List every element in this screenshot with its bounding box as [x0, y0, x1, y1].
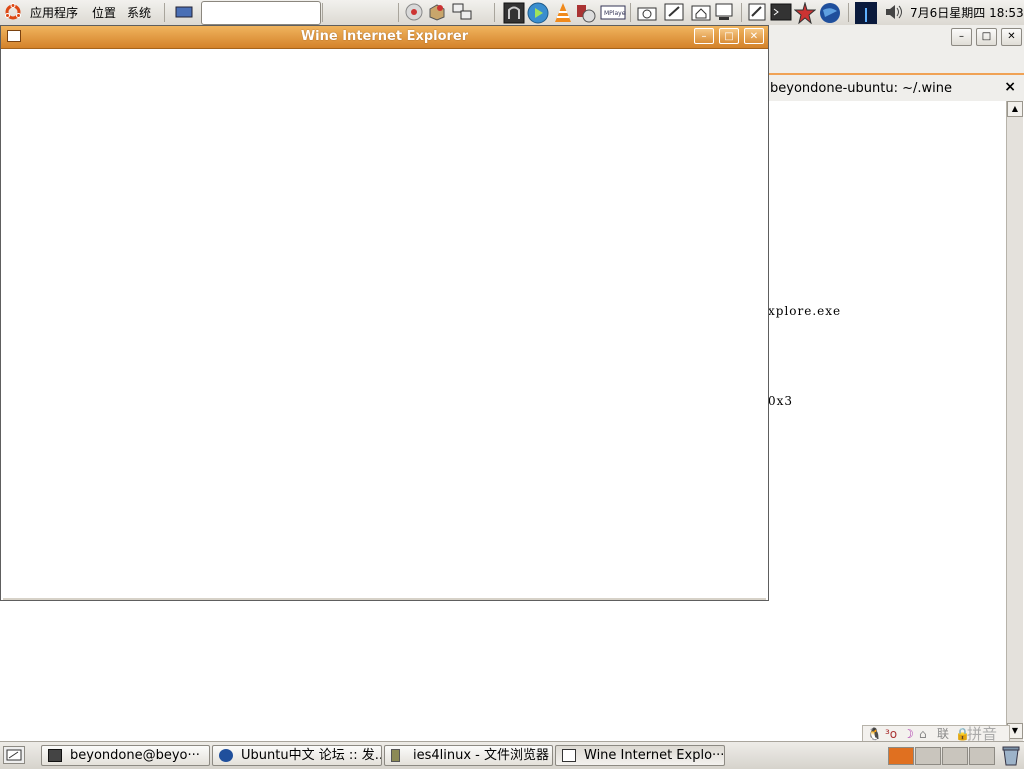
svg-text:MPlayer: MPlayer: [604, 10, 626, 17]
terminal-icon[interactable]: [770, 2, 792, 22]
system-monitor-icon: [855, 2, 877, 24]
maximize-button[interactable]: □: [976, 28, 997, 46]
package-manager-icon[interactable]: [427, 2, 447, 22]
home-folder-icon[interactable]: [690, 2, 711, 22]
text-editor-icon[interactable]: [663, 2, 684, 22]
ie-window: Wine Internet Explorer – □ ✕: [0, 25, 769, 601]
taskbar-item-label: Wine Internet Explo···: [584, 748, 725, 763]
show-desktop-button[interactable]: [3, 746, 25, 764]
terminal-output-line: xplore.exe: [768, 304, 842, 318]
close-button[interactable]: ✕: [1001, 28, 1022, 46]
separator: [322, 3, 323, 22]
menu-system[interactable]: 系统: [127, 4, 151, 21]
tab-close-icon[interactable]: ×: [1004, 79, 1016, 95]
terminal-tab[interactable]: beyondone-ubuntu: ~/.wine ×: [768, 73, 1024, 101]
screenshot-camera-icon[interactable]: [636, 2, 657, 22]
close-button[interactable]: ✕: [744, 28, 764, 44]
workspace-4[interactable]: [969, 747, 995, 765]
separator: [164, 3, 165, 22]
taskbar-item-browser[interactable]: Ubuntu中文 论坛 :: 发...: [212, 745, 382, 766]
separator: [741, 3, 742, 22]
mplayer-icon[interactable]: MPlayer: [600, 2, 628, 22]
web-browser-icon[interactable]: [819, 2, 840, 23]
scroll-up-icon[interactable]: ▲: [1007, 101, 1023, 117]
taskbar-item-label: beyondone@beyo···: [70, 748, 200, 763]
menu-applications[interactable]: 应用程序: [30, 4, 78, 21]
ie-window-title: Wine Internet Explorer: [300, 29, 469, 44]
workspace-2[interactable]: [915, 747, 941, 765]
minimize-button[interactable]: –: [951, 28, 972, 46]
vlc-icon[interactable]: [552, 2, 572, 22]
bottom-panel: beyondone@beyo··· Ubuntu中文 论坛 :: 发... ie…: [0, 741, 1024, 769]
workspace-1[interactable]: [888, 747, 914, 765]
taskbar-item-ie[interactable]: Wine Internet Explo···: [555, 745, 725, 766]
terminal-icon: [48, 749, 62, 762]
menu-places[interactable]: 位置: [92, 4, 116, 21]
maximize-button[interactable]: □: [719, 28, 739, 44]
top-panel: 应用程序 位置 系统 MPlayer 7月6日星期四 18:53: [0, 0, 1024, 26]
taskbar-item-terminal[interactable]: beyondone@beyo···: [41, 745, 210, 766]
separator: [494, 3, 495, 22]
volume-icon[interactable]: [883, 2, 903, 22]
network-icon[interactable]: [451, 2, 472, 22]
taskbar-item-label: Ubuntu中文 论坛 :: 发...: [241, 748, 382, 763]
audio-disc-icon[interactable]: [404, 2, 424, 22]
trash-icon[interactable]: [1001, 745, 1021, 766]
separator: [398, 3, 399, 22]
ubuntu-logo-icon[interactable]: [4, 3, 22, 21]
notes-icon[interactable]: [747, 2, 767, 22]
separator: [848, 3, 849, 22]
workspace-3[interactable]: [942, 747, 968, 765]
terminal-launcher-icon[interactable]: [503, 2, 525, 24]
terminal-output-line: 0x3: [768, 394, 794, 408]
taskbar-item-label: ies4linux - 文件浏览器: [413, 748, 550, 763]
computer-icon[interactable]: [713, 2, 733, 22]
taskbar-item-file-browser[interactable]: ies4linux - 文件浏览器: [384, 745, 553, 766]
show-desktop-icon[interactable]: [174, 4, 194, 20]
terminal-tab-title: beyondone-ubuntu: ~/.wine: [770, 81, 952, 96]
ie-content-area[interactable]: [3, 49, 766, 600]
media-player-icon[interactable]: [527, 2, 549, 24]
ie-titlebar[interactable]: Wine Internet Explorer – □ ✕: [1, 26, 768, 49]
star-tool-icon[interactable]: [793, 1, 817, 25]
video-editor-icon[interactable]: [575, 2, 596, 23]
window-icon: [562, 749, 576, 762]
clock[interactable]: 7月6日星期四 18:53: [910, 4, 1024, 21]
minimize-button[interactable]: –: [694, 28, 714, 44]
terminal-scrollbar[interactable]: ▲ ▼: [1006, 101, 1023, 741]
separator: [630, 3, 631, 22]
web-browser-icon: [219, 749, 233, 762]
panel-search-input[interactable]: [201, 1, 321, 25]
folder-icon: [391, 749, 400, 762]
